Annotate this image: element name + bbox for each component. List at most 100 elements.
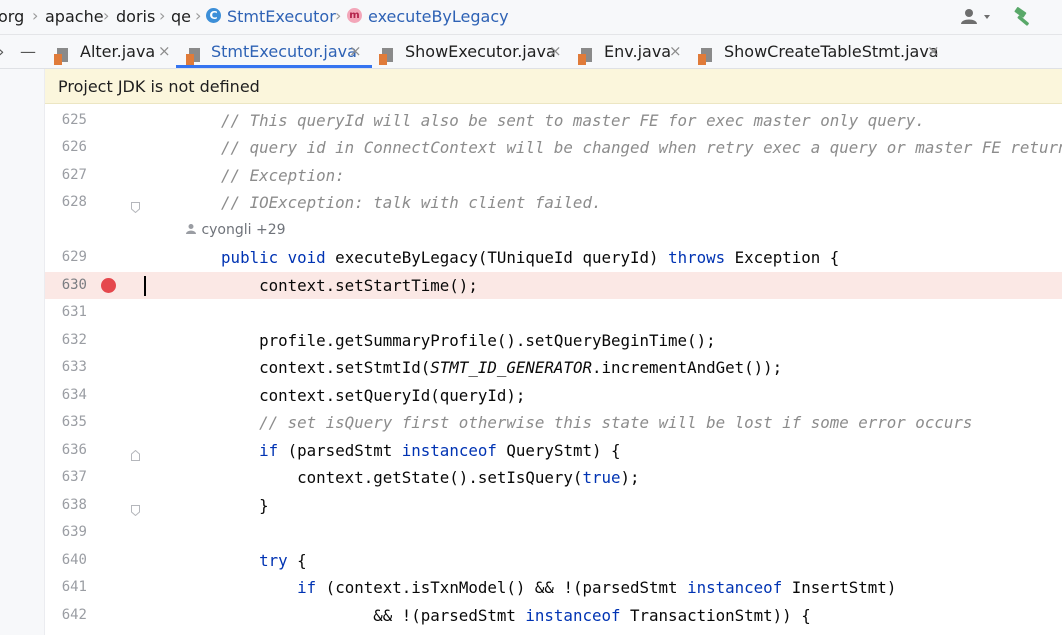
jdk-warning-banner: Project JDK is not defined xyxy=(45,69,1062,104)
line-code: context.setStmtId(STMT_ID_GENERATOR.incr… xyxy=(183,358,783,377)
code-line: 638 } xyxy=(45,492,1062,520)
chevron-right-icon: › xyxy=(159,6,166,25)
code-line: 632 profile.getSummaryProfile().setQuery… xyxy=(45,327,1062,355)
tab-showexecutor-java[interactable]: ShowExecutor.java × xyxy=(379,35,565,68)
line-number: 628 xyxy=(61,194,87,210)
code-line: 635 // set isQuery first otherwise this … xyxy=(45,409,1062,437)
line-code: public void executeByLegacy(TUniqueId qu… xyxy=(221,248,840,267)
chevron-right-icon: › xyxy=(195,6,202,25)
hammer-icon[interactable] xyxy=(1012,6,1034,28)
code-editor[interactable]: 625 // This queryId will also be sent to… xyxy=(45,104,1062,635)
code-line: 634 context.setQueryId(queryId); xyxy=(45,382,1062,410)
breadcrumb-item-org[interactable]: org xyxy=(0,7,24,26)
tab-label: ShowCreateTableStmt.java xyxy=(724,42,939,61)
line-number: 636 xyxy=(61,441,87,458)
line-number: 642 xyxy=(61,606,87,623)
code-line: 642 && !(parsedStmt instanceof Transacti… xyxy=(45,602,1062,630)
code-line: 631 xyxy=(45,299,1062,327)
line-code: // set isQuery first otherwise this stat… xyxy=(183,413,973,432)
inlay-hint-line: cyongli +29 xyxy=(45,217,1062,245)
line-code: try { xyxy=(259,550,307,570)
breadcrumb-item-class[interactable]: StmtExecutor xyxy=(227,7,336,26)
line-code: // This queryId will also be sent to mas… xyxy=(183,110,925,130)
line-code: context.setStartTime(); xyxy=(183,275,478,295)
breadcrumb-item-doris[interactable]: doris xyxy=(116,7,155,26)
code-line: 640 try { xyxy=(45,547,1062,575)
code-line: 628 // IOException: talk with client fai… xyxy=(45,189,1062,217)
line-number: 634 xyxy=(61,386,87,403)
line-code: if (parsedStmt instanceof QueryStmt) { xyxy=(259,440,621,460)
line-number: 632 xyxy=(61,331,87,348)
breadcrumb-item-method[interactable]: executeByLegacy xyxy=(368,7,509,26)
chevron-right-icon: › xyxy=(32,6,39,25)
line-code: // IOException: talk with client failed. xyxy=(183,193,602,212)
editor-tabs: › — Alter.java × StmtExecutor.java × Sho… xyxy=(0,35,1062,69)
close-icon[interactable]: × xyxy=(669,35,682,68)
code-line: 636 if (parsedStmt instanceof QueryStmt)… xyxy=(45,437,1062,465)
chevron-right-icon: › xyxy=(103,6,110,25)
line-number: 630 xyxy=(61,276,87,293)
code-line: 639 xyxy=(45,519,1062,547)
line-code: // Exception: xyxy=(183,165,345,185)
author-inlay-text: cyongli +29 xyxy=(201,221,286,238)
tab-label: Env.java xyxy=(604,42,672,61)
code-line: 633 context.setStmtId(STMT_ID_GENERATOR.… xyxy=(45,354,1062,382)
author-inlay-hint[interactable]: cyongli +29 xyxy=(185,217,286,245)
line-code: if (context.isTxnModel() && !(parsedStmt… xyxy=(297,578,897,597)
tab-list-icon[interactable]: › xyxy=(0,35,4,68)
line-number: 633 xyxy=(61,359,87,375)
line-number: 625 xyxy=(61,111,87,128)
line-number: 641 xyxy=(61,579,87,595)
breadcrumb-item-apache[interactable]: apache xyxy=(45,7,104,26)
class-icon: C xyxy=(206,8,221,23)
text-caret xyxy=(144,275,146,296)
line-number: 627 xyxy=(61,166,87,183)
code-line: 641 if (context.isTxnModel() && !(parsed… xyxy=(45,574,1062,602)
breadcrumb-item-qe[interactable]: qe xyxy=(171,7,191,26)
line-number: 626 xyxy=(61,139,87,155)
fold-marker-icon[interactable] xyxy=(131,198,140,214)
line-code: // query id in ConnectContext will be ch… xyxy=(183,138,1062,157)
line-code: profile.getSummaryProfile().setQueryBegi… xyxy=(183,330,716,350)
close-icon[interactable]: × xyxy=(158,35,171,68)
line-code: context.setQueryId(queryId); xyxy=(183,385,526,405)
tab-alter-java[interactable]: Alter.java × xyxy=(54,35,172,68)
fold-marker-icon[interactable] xyxy=(131,446,140,461)
breakpoint-line: 630 context.setStartTime(); xyxy=(45,271,1062,299)
chevron-right-icon: › xyxy=(335,6,342,25)
tab-label: StmtExecutor.java xyxy=(211,42,357,61)
code-line: 627 // Exception: xyxy=(45,162,1062,190)
breakpoint-icon[interactable] xyxy=(101,277,116,293)
line-number: 638 xyxy=(61,496,87,513)
line-number: 637 xyxy=(61,469,87,485)
line-code: && !(parsedStmt instanceof TransactionSt… xyxy=(183,605,811,625)
minimize-icon[interactable]: — xyxy=(20,35,36,68)
java-file-icon xyxy=(578,43,592,65)
line-code: context.getState().setIsQuery(true); xyxy=(183,468,640,487)
code-line: 625 // This queryId will also be sent to… xyxy=(45,107,1062,135)
java-file-icon xyxy=(186,43,200,65)
person-icon xyxy=(186,223,196,234)
method-icon: m xyxy=(347,8,362,23)
code-line: 626 // query id in ConnectContext will b… xyxy=(45,134,1062,162)
line-number: 629 xyxy=(61,249,87,265)
code-line: 629 public void executeByLegacy(TUniqueI… xyxy=(45,244,1062,272)
line-number: 635 xyxy=(61,414,87,430)
close-icon[interactable]: × xyxy=(349,35,362,68)
java-file-icon xyxy=(379,43,393,65)
tab-label: ShowExecutor.java xyxy=(405,42,556,61)
line-number: 639 xyxy=(61,524,87,540)
close-icon[interactable]: × xyxy=(549,35,562,68)
line-code: } xyxy=(183,495,269,515)
user-dropdown-icon[interactable] xyxy=(960,7,994,27)
line-number: 640 xyxy=(61,551,87,568)
fold-marker-icon[interactable] xyxy=(131,501,140,516)
java-file-icon xyxy=(698,43,712,65)
tool-window-strip xyxy=(0,69,45,635)
java-file-icon xyxy=(54,43,68,65)
tab-stmtexecutor-java[interactable]: StmtExecutor.java × xyxy=(176,35,372,68)
close-icon[interactable]: × xyxy=(927,35,940,68)
tab-env-java[interactable]: Env.java × xyxy=(578,35,684,68)
line-number: 631 xyxy=(61,304,87,320)
tab-showcreatetablestmt-java[interactable]: ShowCreateTableStmt.java × xyxy=(698,35,948,68)
